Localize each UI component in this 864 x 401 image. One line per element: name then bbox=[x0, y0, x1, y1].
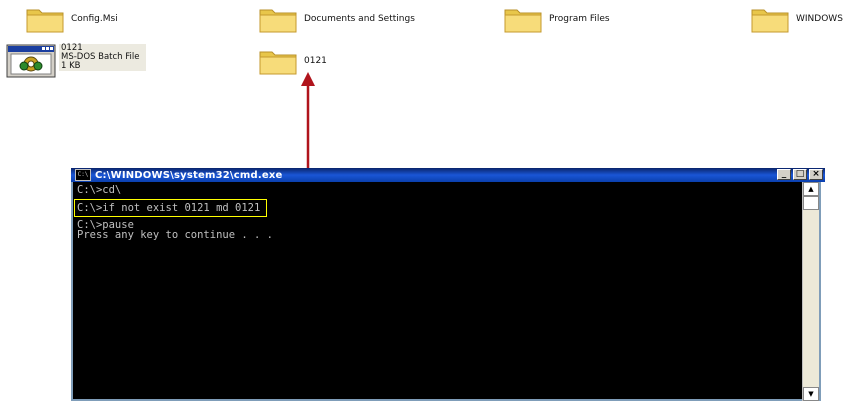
folder-label: 0121 bbox=[304, 56, 327, 66]
folder-documents-and-settings[interactable]: Documents and Settings bbox=[258, 4, 415, 34]
folder-icon bbox=[259, 9, 297, 33]
folder-label: WINDOWS bbox=[796, 14, 843, 24]
batch-file-icon bbox=[6, 44, 56, 78]
folder-program-files[interactable]: Program Files bbox=[503, 4, 610, 34]
scroll-up-arrow-icon[interactable]: ▲ bbox=[803, 182, 819, 196]
folder-config-msi[interactable]: Config.Msi bbox=[25, 4, 118, 34]
scroll-down-arrow-icon[interactable]: ▼ bbox=[803, 387, 819, 401]
folder-windows[interactable]: WINDOWS bbox=[750, 4, 843, 34]
folder-label: Documents and Settings bbox=[304, 14, 415, 24]
folder-icon bbox=[751, 9, 789, 33]
scroll-thumb[interactable] bbox=[803, 196, 819, 210]
batch-file-item[interactable]: 0121 MS-DOS Batch File 1 KB bbox=[6, 44, 146, 78]
folder-icon bbox=[259, 51, 297, 75]
cmd-icon[interactable]: C:\ bbox=[75, 169, 91, 181]
highlighted-command: C:\>if not exist 0121 md 0121 bbox=[74, 199, 268, 217]
close-button[interactable]: × bbox=[809, 169, 823, 180]
folder-label: Program Files bbox=[549, 14, 610, 24]
cmd-title: C:\WINDOWS\system32\cmd.exe bbox=[95, 169, 283, 181]
batch-file-size: 1 KB bbox=[61, 61, 81, 71]
console-line: C:\>if not exist 0121 md 0121 bbox=[77, 202, 261, 214]
batch-file-details: 0121 MS-DOS Batch File 1 KB bbox=[59, 44, 146, 71]
cmd-titlebar[interactable]: C:\ C:\WINDOWS\system32\cmd.exe _ □ × bbox=[71, 168, 825, 182]
maximize-button[interactable]: □ bbox=[793, 169, 807, 180]
folder-label: Config.Msi bbox=[71, 14, 118, 24]
console-line: Press any key to continue . . . bbox=[77, 229, 273, 241]
console-output[interactable]: C:\>cd\ C:\>if not exist 0121 md 0121 C:… bbox=[73, 182, 802, 401]
folder-icon bbox=[26, 9, 64, 33]
cmd-window[interactable]: C:\ C:\WINDOWS\system32\cmd.exe _ □ × C:… bbox=[71, 168, 825, 401]
minimize-button[interactable]: _ bbox=[777, 169, 791, 180]
console-line: C:\>cd\ bbox=[77, 184, 122, 196]
vertical-scrollbar[interactable]: ▲ ▼ bbox=[802, 182, 819, 401]
folder-icon bbox=[504, 9, 542, 33]
